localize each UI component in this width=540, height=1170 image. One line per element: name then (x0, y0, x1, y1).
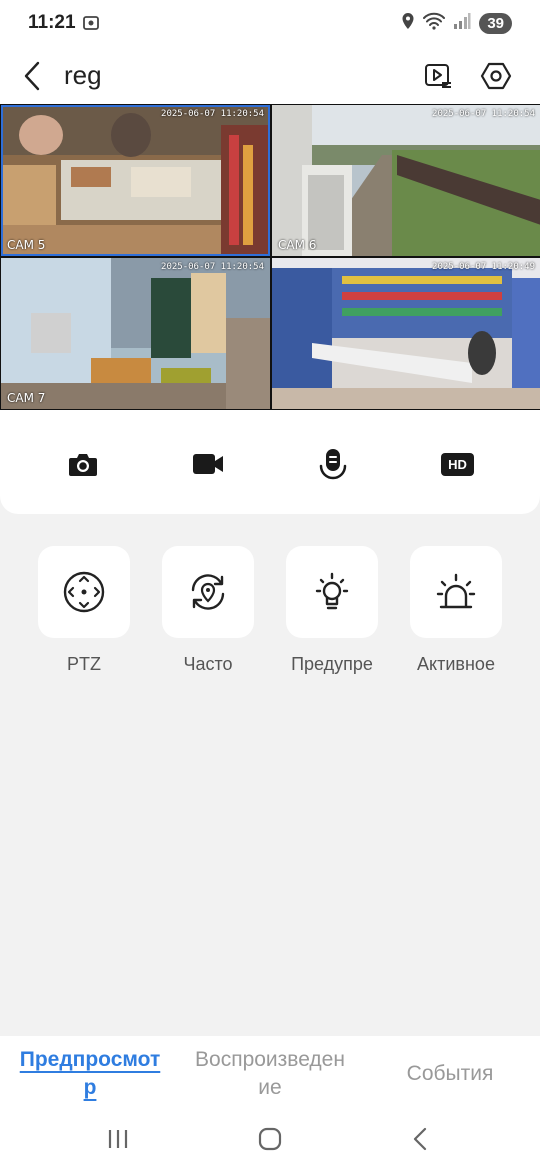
battery-badge: 39 (479, 13, 512, 34)
status-bar: 11:21 39 (0, 0, 540, 48)
recents-icon (108, 1130, 128, 1148)
live-view-panel: 2025-06-07 11:20:54 CAM 5 2025-06-07 11:… (0, 104, 540, 514)
camera-label: CAM 7 (7, 391, 46, 405)
tab-label: Предпросмотр (19, 1048, 161, 1099)
app-header: reg (0, 48, 540, 104)
tab-events[interactable]: События (360, 1036, 540, 1106)
function-label: PTZ (67, 654, 101, 674)
snapshot-button[interactable] (59, 440, 107, 488)
microphone-icon (319, 449, 346, 480)
tab-playback[interactable]: Воспроизведение (180, 1036, 360, 1106)
camera-feed-image (272, 105, 540, 256)
camera-timestamp: 2025-06-07 11:20:54 (161, 262, 264, 272)
active-deterrence-function[interactable]: Активное (394, 546, 518, 675)
function-label: Предупре (291, 654, 373, 674)
status-icons: 39 (401, 12, 512, 35)
back-button[interactable] (14, 56, 50, 96)
hexagon-settings-icon (480, 62, 512, 90)
camera-timestamp: 2025-06-07 11:20:54 (432, 109, 535, 119)
settings-button[interactable] (476, 56, 516, 96)
tab-label: События (406, 1062, 494, 1085)
frequent-function[interactable]: Часто (146, 546, 270, 675)
siren-icon (436, 573, 476, 609)
camera-label: CAM 6 (278, 238, 317, 252)
recents-button[interactable] (98, 1124, 138, 1154)
page-title: reg (64, 60, 102, 90)
tab-preview[interactable]: Предпросмотр (0, 1036, 180, 1106)
signal-icon (453, 13, 471, 34)
back-arrow-icon (413, 1127, 427, 1151)
wifi-icon (423, 12, 446, 35)
hd-badge: HD (441, 452, 474, 476)
camera-grid: 2025-06-07 11:20:54 CAM 5 2025-06-07 11:… (0, 104, 540, 410)
camera-timestamp: 2025-06-07 11:20:49 (432, 262, 535, 272)
system-nav-bar (0, 1106, 540, 1170)
active-deterrence-tile[interactable] (410, 546, 502, 638)
frequent-tile[interactable] (162, 546, 254, 638)
camera-timestamp: 2025-06-07 11:20:54 (161, 109, 264, 119)
camera-feed-image (1, 258, 270, 409)
screenshot-icon (82, 14, 100, 32)
light-bulb-icon (315, 572, 349, 610)
quality-hd-button[interactable]: HD (434, 440, 482, 488)
camera-tile-cam6[interactable]: 2025-06-07 11:20:54 CAM 6 (272, 105, 540, 256)
home-button[interactable] (250, 1124, 290, 1154)
ptz-function[interactable]: PTZ (22, 546, 146, 675)
warning-light-tile[interactable] (286, 546, 378, 638)
talk-button[interactable] (309, 440, 357, 488)
home-icon (258, 1127, 282, 1151)
function-label: Часто (183, 654, 233, 674)
tab-label: Воспроизведение (195, 1048, 345, 1099)
playback-list-icon (425, 64, 451, 88)
chevron-left-icon (24, 61, 40, 91)
function-row: PTZ Часто Предупре Активное (22, 546, 518, 675)
ptz-tile[interactable] (38, 546, 130, 638)
camera-feed-image (1, 105, 270, 256)
record-button[interactable] (184, 440, 232, 488)
camera-tile-cam7[interactable]: 2025-06-07 11:20:54 CAM 7 (1, 258, 270, 409)
camera-feed-image (272, 258, 540, 409)
camera-tile-cam5[interactable]: 2025-06-07 11:20:54 CAM 5 (1, 105, 270, 256)
bottom-tab-bar: Предпросмотр Воспроизведение События (0, 1036, 540, 1106)
live-controls: HD (0, 434, 540, 494)
video-camera-icon (192, 454, 223, 474)
camera-label: CAM 5 (7, 238, 46, 252)
camera-icon (68, 454, 97, 476)
status-time: 11:21 (28, 12, 76, 33)
location-icon (401, 12, 415, 35)
warning-light-function[interactable]: Предупре (270, 546, 394, 675)
camera-tile-store[interactable]: 2025-06-07 11:20:49 (272, 258, 540, 409)
playback-list-button[interactable] (418, 56, 458, 96)
function-label: Активное (417, 654, 495, 674)
system-back-button[interactable] (400, 1124, 440, 1154)
location-refresh-icon (191, 574, 225, 610)
ptz-icon (63, 571, 105, 613)
